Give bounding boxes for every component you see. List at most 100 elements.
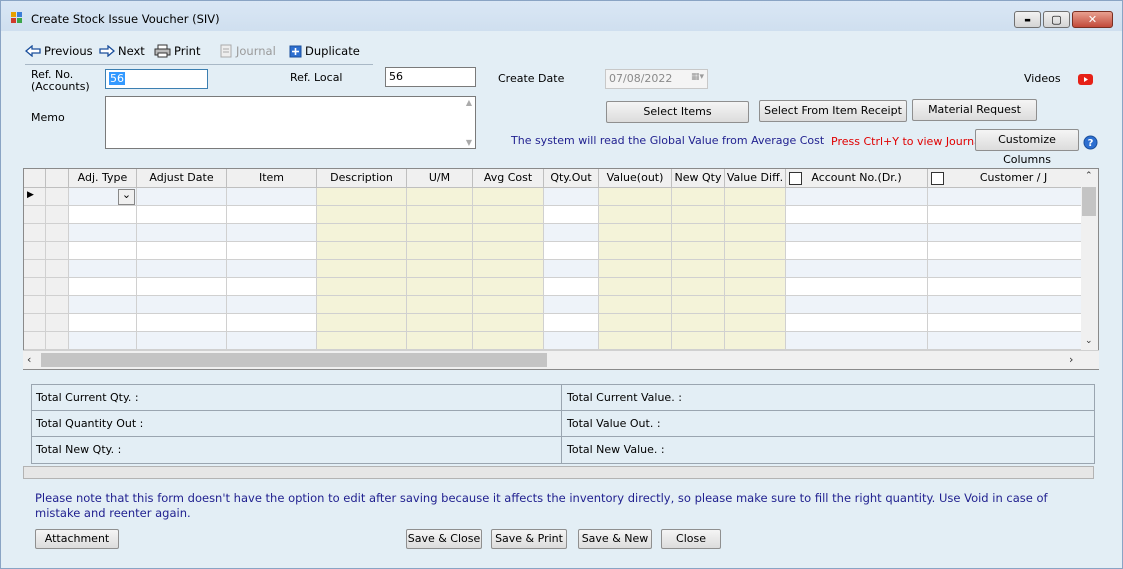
maximize-button[interactable]: ▢ <box>1043 11 1070 28</box>
grid-cell[interactable] <box>137 278 227 296</box>
grid-cell[interactable] <box>672 332 725 350</box>
grid-cell[interactable] <box>407 332 473 350</box>
grid-cell[interactable] <box>227 296 317 314</box>
grid-cell[interactable] <box>69 314 137 332</box>
grid-cell[interactable] <box>725 278 786 296</box>
column-header[interactable]: Customer / J <box>928 169 1098 188</box>
column-header[interactable]: U/M <box>407 169 473 188</box>
grid-cell[interactable] <box>407 278 473 296</box>
previous-button[interactable]: Previous <box>25 43 93 59</box>
grid-cell[interactable] <box>672 260 725 278</box>
grid-cell[interactable]: ⌄ <box>69 188 137 206</box>
grid-cell[interactable] <box>786 314 928 332</box>
column-header[interactable]: Adjust Date <box>137 169 227 188</box>
duplicate-button[interactable]: Duplicate <box>289 43 360 59</box>
column-header[interactable]: Qty.Out <box>544 169 599 188</box>
row-selector-cell[interactable] <box>46 332 69 350</box>
column-checkbox[interactable] <box>789 172 802 185</box>
grid-cell[interactable] <box>599 206 672 224</box>
column-header[interactable]: Description <box>317 169 407 188</box>
grid-cell[interactable] <box>544 260 599 278</box>
grid-cell[interactable] <box>672 278 725 296</box>
grid-cell[interactable] <box>544 278 599 296</box>
grid-cell[interactable] <box>928 188 1098 206</box>
grid-cell[interactable] <box>599 332 672 350</box>
grid-cell[interactable] <box>725 314 786 332</box>
material-request-button[interactable]: Material Request <box>912 99 1037 121</box>
grid-cell[interactable] <box>599 314 672 332</box>
grid-cell[interactable] <box>599 224 672 242</box>
grid-cell[interactable] <box>227 206 317 224</box>
row-header[interactable] <box>24 296 46 314</box>
grid-cell[interactable] <box>227 224 317 242</box>
row-selector-cell[interactable] <box>46 278 69 296</box>
grid-cell[interactable] <box>69 242 137 260</box>
row-header[interactable] <box>24 242 46 260</box>
youtube-icon[interactable] <box>1078 74 1093 85</box>
chevron-down-icon[interactable]: ⌄ <box>118 189 135 205</box>
grid-cell[interactable] <box>137 188 227 206</box>
row-selector-cell[interactable] <box>46 188 69 206</box>
ref-no-input[interactable]: 56 <box>105 69 208 89</box>
grid-cell[interactable] <box>725 224 786 242</box>
grid-cell[interactable] <box>137 332 227 350</box>
grid-cell[interactable] <box>317 278 407 296</box>
grid-cell[interactable] <box>544 242 599 260</box>
grid-cell[interactable] <box>137 260 227 278</box>
grid-cell[interactable] <box>227 314 317 332</box>
grid-cell[interactable] <box>544 314 599 332</box>
minimize-button[interactable]: ▬ <box>1014 11 1041 28</box>
memo-textarea[interactable]: ▲ ▼ <box>105 96 476 149</box>
grid-cell[interactable] <box>599 242 672 260</box>
grid-cell[interactable] <box>317 332 407 350</box>
grid-cell[interactable] <box>407 224 473 242</box>
grid-cell[interactable] <box>407 206 473 224</box>
grid-cell[interactable] <box>137 242 227 260</box>
grid-cell[interactable] <box>69 332 137 350</box>
grid-cell[interactable] <box>137 206 227 224</box>
grid-cell[interactable] <box>227 242 317 260</box>
vertical-scroll-thumb[interactable] <box>1082 187 1096 216</box>
grid-cell[interactable] <box>672 296 725 314</box>
save-print-button[interactable]: Save & Print <box>491 529 567 549</box>
grid-cell[interactable] <box>725 206 786 224</box>
grid-cell[interactable] <box>544 188 599 206</box>
grid-cell[interactable] <box>672 242 725 260</box>
grid-cell[interactable] <box>544 206 599 224</box>
grid-cell[interactable] <box>407 242 473 260</box>
grid-cell[interactable] <box>69 224 137 242</box>
grid-cell[interactable] <box>317 206 407 224</box>
grid-cell[interactable] <box>407 188 473 206</box>
column-header[interactable]: Account No.(Dr.) <box>786 169 928 188</box>
ref-local-input[interactable]: 56 <box>385 67 476 87</box>
grid-cell[interactable] <box>473 206 544 224</box>
help-icon[interactable]: ? <box>1083 135 1098 150</box>
horizontal-scroll-thumb[interactable] <box>41 353 547 367</box>
grid-cell[interactable] <box>672 314 725 332</box>
grid-cell[interactable] <box>473 260 544 278</box>
grid-cell[interactable] <box>928 332 1098 350</box>
grid-cell[interactable] <box>786 242 928 260</box>
row-header[interactable] <box>24 314 46 332</box>
grid-cell[interactable] <box>599 278 672 296</box>
grid-cell[interactable] <box>544 296 599 314</box>
row-selector-cell[interactable] <box>46 242 69 260</box>
grid-cell[interactable] <box>928 278 1098 296</box>
column-checkbox[interactable] <box>931 172 944 185</box>
print-button[interactable]: Print <box>154 43 200 59</box>
grid-cell[interactable] <box>317 224 407 242</box>
save-new-button[interactable]: Save & New <box>578 529 652 549</box>
grid-cell[interactable] <box>725 188 786 206</box>
grid-cell[interactable] <box>786 332 928 350</box>
grid-cell[interactable] <box>317 296 407 314</box>
grid-cell[interactable] <box>227 332 317 350</box>
column-header[interactable]: Value Diff. <box>725 169 786 188</box>
select-from-item-receipt-button[interactable]: Select From Item Receipt <box>759 100 907 122</box>
grid-cell[interactable] <box>317 314 407 332</box>
grid-cell[interactable] <box>786 260 928 278</box>
grid-cell[interactable] <box>725 332 786 350</box>
column-header[interactable]: Item <box>227 169 317 188</box>
grid-cell[interactable] <box>786 296 928 314</box>
grid-cell[interactable] <box>137 296 227 314</box>
grid-cell[interactable] <box>672 224 725 242</box>
